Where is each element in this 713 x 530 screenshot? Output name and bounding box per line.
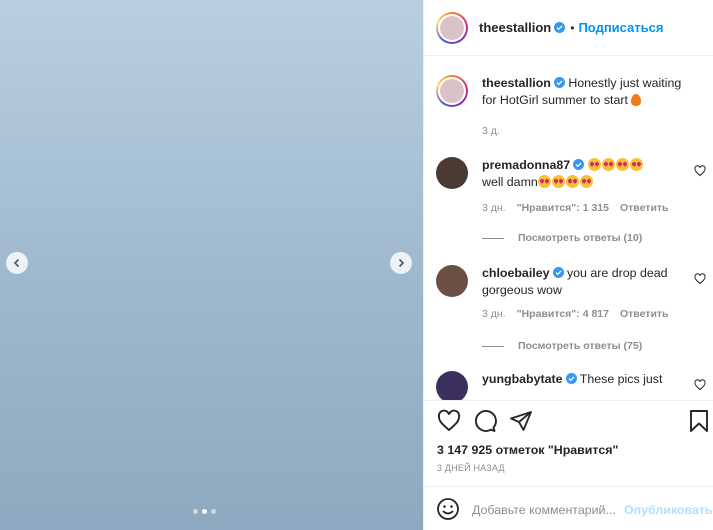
comment-text: premadonna87 well damn xyxy=(482,157,682,191)
comment-bubble-icon[interactable] xyxy=(473,409,497,433)
emoji-smile-icon[interactable] xyxy=(436,497,460,521)
post-media xyxy=(0,0,423,530)
heart-eyes-emoji-icon xyxy=(615,158,629,171)
caption-text: theestallion Honestly just waiting for H… xyxy=(482,75,682,109)
publish-button[interactable]: Опубликовать xyxy=(624,503,712,517)
header-separator: • xyxy=(570,20,575,35)
post-timestamp[interactable]: 3 ДНЕЙ НАЗАД xyxy=(437,463,505,473)
heart-eyes-emoji-icon xyxy=(565,175,579,188)
post-sidebar: theestallion • Подписаться theestallion … xyxy=(423,0,713,530)
view-replies-button[interactable]: Посмотреть ответы (10) xyxy=(482,232,642,244)
view-replies-label: Посмотреть ответы (10) xyxy=(518,232,643,244)
like-comment-icon[interactable] xyxy=(694,165,706,177)
author-username[interactable]: theestallion xyxy=(479,20,551,35)
commenter-avatar[interactable] xyxy=(436,371,468,400)
carousel-indicator xyxy=(193,509,216,514)
post-actions: 3 147 925 отметок "Нравится" 3 ДНЕЙ НАЗА… xyxy=(424,400,713,530)
like-comment-icon[interactable] xyxy=(694,379,706,391)
author-avatar[interactable] xyxy=(436,11,468,44)
comment-body: well damn xyxy=(482,175,538,189)
comment-username[interactable]: yungbabytate xyxy=(482,372,563,386)
caption-time: 3 д. xyxy=(482,125,500,137)
author-avatar[interactable] xyxy=(436,75,468,107)
chevron-left-icon xyxy=(13,258,20,268)
comment-meta: 3 дн. "Нравится": 1 315 Ответить xyxy=(482,202,669,214)
follow-button[interactable]: Подписаться xyxy=(578,20,663,35)
view-replies-label: Посмотреть ответы (75) xyxy=(518,340,643,352)
caption-username[interactable]: theestallion xyxy=(482,76,551,90)
comment-username[interactable]: chloebailey xyxy=(482,266,550,280)
instagram-post: theestallion • Подписаться theestallion … xyxy=(0,0,713,530)
comment-text: yungbabytate These pics just xyxy=(482,371,682,388)
carousel-dot-active xyxy=(202,509,207,514)
comment-body: These pics just xyxy=(579,372,663,386)
comment-input[interactable] xyxy=(472,501,622,519)
comment-time: 3 дн. xyxy=(482,308,506,320)
carousel-next-button[interactable] xyxy=(390,252,412,274)
view-replies-button[interactable]: Посмотреть ответы (75) xyxy=(482,340,642,352)
heart-eyes-emoji-icon xyxy=(587,158,601,171)
verified-badge-icon xyxy=(554,22,566,33)
comment-likes[interactable]: "Нравится": 1 315 xyxy=(517,202,609,214)
comment-meta: 3 дн. "Нравится": 4 817 Ответить xyxy=(482,308,669,320)
heart-eyes-emoji-icon xyxy=(629,158,643,171)
comment-time: 3 дн. xyxy=(482,202,506,214)
commenter-avatar[interactable] xyxy=(436,265,468,297)
comment-text: chloebailey you are drop dead gorgeous w… xyxy=(482,265,682,299)
reply-button[interactable]: Ответить xyxy=(620,308,669,320)
like-comment-icon[interactable] xyxy=(694,273,706,285)
verified-badge-icon xyxy=(573,159,585,170)
carousel-prev-button[interactable] xyxy=(6,252,28,274)
caption-meta: 3 д. xyxy=(482,125,500,137)
chevron-right-icon xyxy=(398,258,405,268)
reply-button[interactable]: Ответить xyxy=(620,202,669,214)
save-bookmark-icon[interactable] xyxy=(687,409,711,433)
share-paper-plane-icon[interactable] xyxy=(509,409,533,433)
heart-eyes-emoji-icon xyxy=(537,175,551,188)
heart-eyes-emoji-icon xyxy=(579,175,593,188)
post-header: theestallion • Подписаться xyxy=(424,0,713,56)
comments-list[interactable]: theestallion Honestly just waiting for H… xyxy=(424,57,713,400)
replies-line xyxy=(482,345,504,347)
likes-count[interactable]: 3 147 925 отметок "Нравится" xyxy=(437,443,618,457)
verified-badge-icon xyxy=(553,77,565,88)
replies-line xyxy=(482,237,504,239)
verified-badge-icon xyxy=(565,373,577,384)
commenter-avatar[interactable] xyxy=(436,157,468,189)
heart-eyes-emoji-icon xyxy=(551,175,565,188)
verified-badge-icon xyxy=(552,267,564,278)
comment-likes[interactable]: "Нравится": 4 817 xyxy=(517,308,609,320)
carousel-dot xyxy=(193,509,198,514)
comment-username[interactable]: premadonna87 xyxy=(482,158,570,172)
photo-placeholder xyxy=(0,0,423,530)
like-heart-icon[interactable] xyxy=(437,409,461,433)
fire-emoji-icon xyxy=(631,94,642,106)
add-comment-bar: Опубликовать xyxy=(424,486,713,530)
carousel-dot xyxy=(211,509,216,514)
heart-eyes-emoji-icon xyxy=(601,158,615,171)
